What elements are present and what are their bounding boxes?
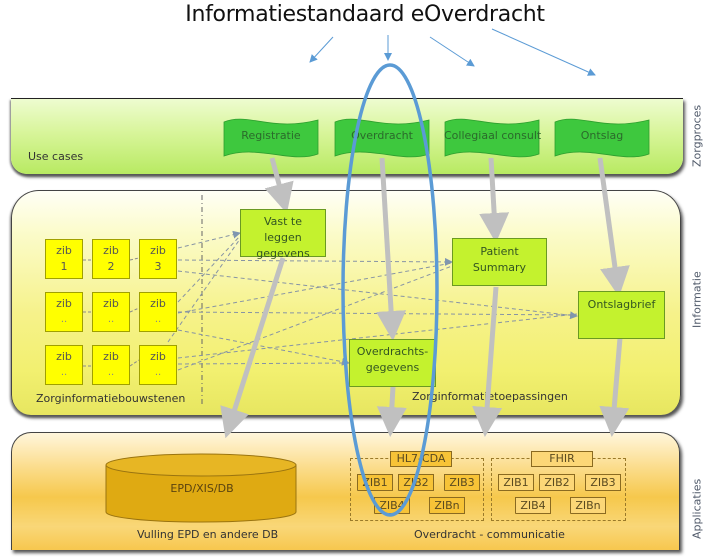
overdracht-communicatie-label: Overdracht - communicatie <box>414 528 565 541</box>
standard-name: HL7-CDA <box>390 451 452 467</box>
standard-name: FHIR <box>531 451 593 467</box>
zib-box: zib 2 <box>92 239 130 279</box>
use-case-flag-collegiaal-consult: Collegiaal consult <box>444 116 542 162</box>
overdrachts-gegevens-box: Overdrachts-gegevens <box>349 339 436 387</box>
use-case-flag-registratie: Registratie <box>223 116 319 162</box>
side-label-informatie: Informatie <box>690 271 704 329</box>
zib-number: .. <box>154 314 162 325</box>
vulling-epd-label: Vulling EPD en andere DB <box>137 528 279 541</box>
zib-tag: ZIB1 <box>357 474 393 491</box>
zib-tag: ZIB4 <box>374 497 410 514</box>
zib-number: .. <box>60 367 68 378</box>
zorginformatietoepassingen-label: Zorginformatietoepassingen <box>412 390 568 403</box>
zib-label: zib <box>56 350 72 363</box>
zib-label: zib <box>103 350 119 363</box>
zib-box: zib.. <box>45 345 83 385</box>
zib-number: .. <box>154 367 162 378</box>
zib-label: zib <box>56 297 72 310</box>
zib-label: zib <box>150 297 166 310</box>
zib-number: 2 <box>107 260 115 273</box>
use-case-label: Registratie <box>241 129 301 142</box>
zib-tag: ZIB1 <box>498 474 534 491</box>
title-arrow <box>429 36 475 67</box>
zib-box: zib 3 <box>139 239 177 279</box>
zib-box: zib.. <box>92 345 130 385</box>
use-case-label: Overdracht <box>351 129 413 142</box>
zorginformatiebouwstenen-label: Zorginformatiebouwstenen <box>36 392 186 405</box>
zib-label: zib <box>56 244 72 257</box>
zib-tag: ZIB4 <box>515 497 551 514</box>
zib-tag: ZIB2 <box>539 474 575 491</box>
zib-box: zib.. <box>139 292 177 332</box>
zib-label: zib <box>103 297 119 310</box>
zib-box: zib.. <box>45 292 83 332</box>
zib-number: 1 <box>60 260 68 273</box>
zib-label: zib <box>150 350 166 363</box>
use-case-flag-overdracht: Overdracht <box>334 116 430 162</box>
vast-te-leggen-gegevens-box: Vast te leggen gegevens <box>240 209 326 260</box>
zib-tag: ZIBn <box>570 497 606 514</box>
zib-number: 3 <box>154 260 162 273</box>
title-arrow <box>491 28 596 76</box>
use-case-label: Ontslag <box>580 129 624 142</box>
zib-box: zib.. <box>92 292 130 332</box>
diagram-title: Informatiestandaard eOverdracht <box>185 2 545 27</box>
zib-label: zib <box>103 244 119 257</box>
use-case-label: Collegiaal consult <box>444 129 542 142</box>
zib-label: zib <box>150 244 166 257</box>
side-label-applicaties: Applicaties <box>690 478 704 540</box>
zib-number: .. <box>107 314 115 325</box>
title-arrow <box>309 36 334 63</box>
zib-tag: ZIB2 <box>398 474 434 491</box>
patient-summary-box: Patient Summary <box>452 238 547 286</box>
zib-tag: ZIB3 <box>585 474 621 491</box>
zib-tag: ZIB3 <box>444 474 480 491</box>
use-case-flag-ontslag: Ontslag <box>554 116 650 162</box>
ontslagbrief-box: Ontslagbrief <box>578 291 665 339</box>
zib-box: zib.. <box>139 345 177 385</box>
zib-number: .. <box>60 314 68 325</box>
zib-tag: ZIBn <box>429 497 465 514</box>
database-label: EPD/XIS/DB <box>170 482 234 495</box>
zib-box: zib 1 <box>45 239 83 279</box>
side-label-zorgproces: Zorgproces <box>690 104 704 168</box>
use-cases-label: Use cases <box>28 150 84 163</box>
zib-number: .. <box>107 367 115 378</box>
